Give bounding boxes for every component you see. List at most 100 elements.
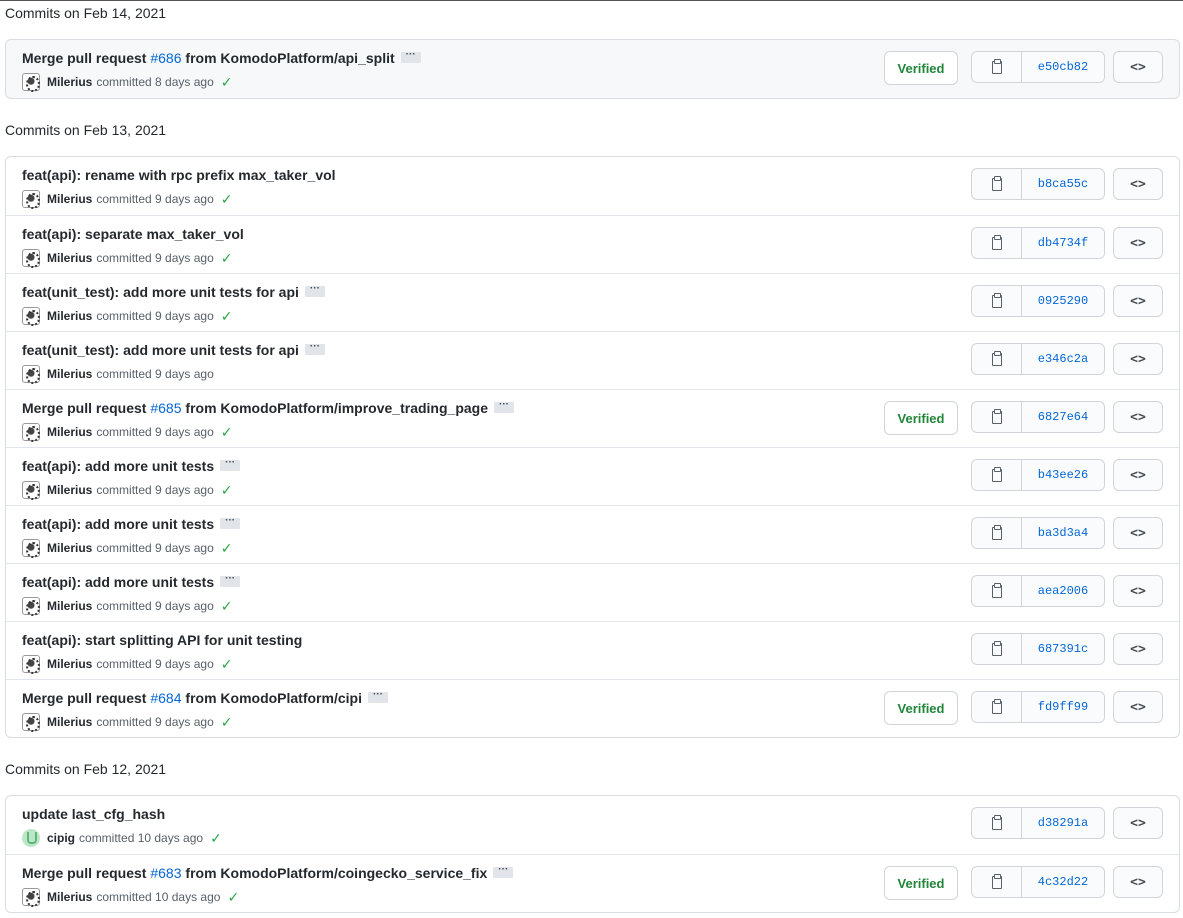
commit-author[interactable]: Milerius bbox=[47, 251, 92, 265]
copy-sha-button[interactable] bbox=[972, 344, 1022, 374]
browse-repo-button[interactable]: <> bbox=[1113, 168, 1163, 200]
avatar[interactable] bbox=[22, 713, 40, 732]
copy-sha-button[interactable] bbox=[972, 402, 1022, 432]
commit-sha-link[interactable]: e346c2a bbox=[1022, 344, 1104, 374]
commit-author[interactable]: Milerius bbox=[47, 367, 92, 381]
avatar[interactable] bbox=[22, 888, 40, 907]
commit-title-text[interactable]: feat(api): rename with rpc prefix max_ta… bbox=[22, 167, 336, 183]
expand-message-icon[interactable]: ··· bbox=[304, 283, 325, 297]
commit-title-text[interactable]: feat(unit_test): add more unit tests for… bbox=[22, 284, 299, 300]
avatar[interactable] bbox=[22, 597, 40, 616]
pull-request-link[interactable]: #685 bbox=[150, 400, 181, 416]
commit-title-text[interactable]: Merge pull request bbox=[22, 690, 150, 706]
avatar[interactable] bbox=[22, 423, 40, 442]
browse-repo-button[interactable]: <> bbox=[1113, 517, 1163, 549]
browse-repo-button[interactable]: <> bbox=[1113, 51, 1163, 83]
check-icon[interactable]: ✓ bbox=[221, 250, 233, 267]
browse-repo-button[interactable]: <> bbox=[1113, 459, 1163, 491]
avatar[interactable] bbox=[22, 73, 40, 92]
copy-sha-button[interactable] bbox=[972, 460, 1022, 490]
browse-repo-button[interactable]: <> bbox=[1113, 575, 1163, 607]
copy-sha-button[interactable] bbox=[972, 518, 1022, 548]
verified-badge[interactable]: Verified bbox=[884, 51, 958, 85]
pull-request-link[interactable]: #686 bbox=[150, 50, 181, 66]
verified-badge[interactable]: Verified bbox=[884, 691, 958, 725]
commit-title-text[interactable]: update last_cfg_hash bbox=[22, 806, 165, 822]
commit-title[interactable]: feat(api): add more unit tests ··· bbox=[22, 515, 241, 532]
browse-repo-button[interactable]: <> bbox=[1113, 866, 1163, 898]
commit-sha-link[interactable]: 687391c bbox=[1022, 634, 1104, 664]
expand-message-icon[interactable]: ··· bbox=[220, 515, 241, 529]
commit-sha-link[interactable]: ba3d3a4 bbox=[1022, 518, 1104, 548]
commit-author[interactable]: Milerius bbox=[47, 890, 92, 904]
commit-title[interactable]: Merge pull request #684 from KomodoPlatf… bbox=[22, 689, 388, 706]
commit-author[interactable]: Milerius bbox=[47, 192, 92, 206]
commit-author[interactable]: cipig bbox=[47, 831, 75, 845]
browse-repo-button[interactable]: <> bbox=[1113, 691, 1163, 723]
commit-title[interactable]: Merge pull request #683 from KomodoPlatf… bbox=[22, 864, 514, 881]
check-icon[interactable]: ✓ bbox=[221, 191, 233, 208]
avatar[interactable] bbox=[22, 655, 40, 674]
commit-title-branch[interactable]: from KomodoPlatform/api_split bbox=[182, 50, 394, 66]
commit-author[interactable]: Milerius bbox=[47, 309, 92, 323]
commit-title[interactable]: feat(api): rename with rpc prefix max_ta… bbox=[22, 167, 336, 183]
commit-sha-link[interactable]: 4c32d22 bbox=[1022, 867, 1104, 897]
expand-message-icon[interactable]: ··· bbox=[304, 341, 325, 355]
check-icon[interactable]: ✓ bbox=[227, 889, 239, 906]
commit-title-branch[interactable]: from KomodoPlatform/cipi bbox=[182, 690, 362, 706]
commit-author[interactable]: Milerius bbox=[47, 599, 92, 613]
pull-request-link[interactable]: #683 bbox=[150, 865, 181, 881]
commit-title[interactable]: feat(api): add more unit tests ··· bbox=[22, 457, 241, 474]
check-icon[interactable]: ✓ bbox=[221, 714, 233, 731]
check-icon[interactable]: ✓ bbox=[221, 598, 233, 615]
browse-repo-button[interactable]: <> bbox=[1113, 807, 1163, 839]
expand-message-icon[interactable]: ··· bbox=[493, 864, 514, 878]
copy-sha-button[interactable] bbox=[972, 576, 1022, 606]
browse-repo-button[interactable]: <> bbox=[1113, 401, 1163, 433]
copy-sha-button[interactable] bbox=[972, 52, 1022, 82]
expand-message-icon[interactable]: ··· bbox=[367, 689, 388, 703]
commit-title-text[interactable]: Merge pull request bbox=[22, 400, 150, 416]
commit-author[interactable]: Milerius bbox=[47, 715, 92, 729]
browse-repo-button[interactable]: <> bbox=[1113, 633, 1163, 665]
copy-sha-button[interactable] bbox=[972, 228, 1022, 258]
check-icon[interactable]: ✓ bbox=[221, 482, 233, 499]
commit-sha-link[interactable]: 6827e64 bbox=[1022, 402, 1104, 432]
verified-badge[interactable]: Verified bbox=[884, 866, 958, 900]
expand-message-icon[interactable]: ··· bbox=[220, 457, 241, 471]
commit-title-text[interactable]: feat(api): start splitting API for unit … bbox=[22, 632, 302, 648]
commit-title[interactable]: Merge pull request #686 from KomodoPlatf… bbox=[22, 49, 421, 66]
commit-title-text[interactable]: feat(api): add more unit tests bbox=[22, 516, 214, 532]
expand-message-icon[interactable]: ··· bbox=[400, 49, 421, 63]
check-icon[interactable]: ✓ bbox=[221, 540, 233, 557]
expand-message-icon[interactable]: ··· bbox=[494, 399, 514, 413]
commit-title-branch[interactable]: from KomodoPlatform/improve_trading_page bbox=[182, 400, 488, 416]
commit-author[interactable]: Milerius bbox=[47, 657, 92, 671]
commit-title-branch[interactable]: from KomodoPlatform/coingecko_service_fi… bbox=[182, 865, 487, 881]
copy-sha-button[interactable] bbox=[972, 169, 1022, 199]
copy-sha-button[interactable] bbox=[972, 634, 1022, 664]
commit-author[interactable]: Milerius bbox=[47, 75, 92, 89]
commit-title-text[interactable]: Merge pull request bbox=[22, 50, 150, 66]
check-icon[interactable]: ✓ bbox=[210, 830, 222, 847]
commit-title[interactable]: feat(api): start splitting API for unit … bbox=[22, 632, 302, 648]
copy-sha-button[interactable] bbox=[972, 692, 1022, 722]
commit-sha-link[interactable]: d38291a bbox=[1022, 808, 1104, 838]
commit-title-text[interactable]: feat(api): add more unit tests bbox=[22, 458, 214, 474]
avatar[interactable] bbox=[22, 829, 40, 847]
commit-sha-link[interactable]: db4734f bbox=[1022, 228, 1104, 258]
verified-badge[interactable]: Verified bbox=[884, 401, 958, 435]
commit-author[interactable]: Milerius bbox=[47, 425, 92, 439]
commit-sha-link[interactable]: fd9ff99 bbox=[1022, 692, 1104, 722]
commit-sha-link[interactable]: b8ca55c bbox=[1022, 169, 1104, 199]
avatar[interactable] bbox=[22, 365, 40, 384]
avatar[interactable] bbox=[22, 249, 40, 268]
commit-author[interactable]: Milerius bbox=[47, 541, 92, 555]
avatar[interactable] bbox=[22, 190, 40, 209]
commit-title-text[interactable]: Merge pull request bbox=[22, 865, 150, 881]
commit-title-text[interactable]: feat(api): add more unit tests bbox=[22, 574, 214, 590]
commit-sha-link[interactable]: aea2006 bbox=[1022, 576, 1104, 606]
commit-sha-link[interactable]: e50cb82 bbox=[1022, 52, 1104, 82]
commit-title[interactable]: update last_cfg_hash bbox=[22, 806, 165, 822]
browse-repo-button[interactable]: <> bbox=[1113, 285, 1163, 317]
